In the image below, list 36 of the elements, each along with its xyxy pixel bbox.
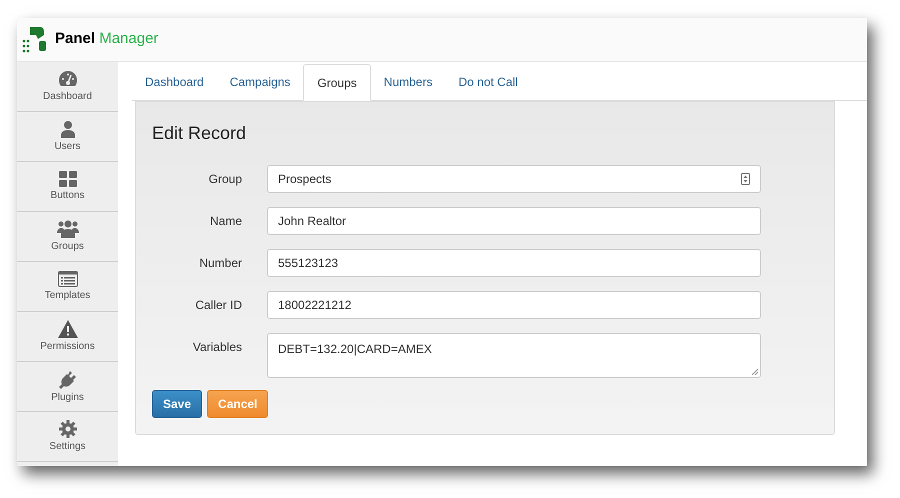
text-field[interactable]: John Realtor xyxy=(267,207,761,235)
field-label: Caller ID xyxy=(194,297,242,314)
sidebar-label: Settings xyxy=(49,441,86,453)
group-icon xyxy=(56,220,78,238)
dropdown-arrows-icon xyxy=(741,173,750,185)
tab[interactable]: Numbers xyxy=(370,64,446,100)
field-label: Name xyxy=(208,213,242,230)
tab[interactable]: Campaigns xyxy=(216,64,304,100)
list-icon xyxy=(58,271,78,287)
gauge-icon xyxy=(58,70,78,88)
user-icon xyxy=(60,120,76,138)
tab[interactable]: Dashboard xyxy=(132,64,217,100)
grid-icon xyxy=(58,171,76,187)
group-dropdown[interactable]: Prospects xyxy=(267,165,761,193)
sidebar-label: Users xyxy=(54,141,81,153)
settings-icon xyxy=(58,420,76,438)
sidebar-label: Groups xyxy=(51,241,84,253)
tab[interactable]: Do not Call xyxy=(445,64,531,100)
sidebar-label: Buttons xyxy=(50,190,84,202)
field-label: Variables xyxy=(192,339,242,356)
sidebar-label: Templates xyxy=(44,290,90,302)
tab[interactable]: Groups xyxy=(303,64,371,101)
app-logo-text: Panel Manager xyxy=(55,29,158,50)
warning-icon xyxy=(58,320,78,338)
save-button[interactable]: Save xyxy=(152,390,202,418)
plug-icon xyxy=(58,369,78,389)
textarea-field[interactable]: DEBT=132.20|CARD=AMEX xyxy=(267,333,761,378)
field-label: Number xyxy=(198,255,242,272)
form-title: Edit Record xyxy=(152,122,248,145)
text-field[interactable]: 18002221212 xyxy=(267,291,761,319)
sidebar-label: Permissions xyxy=(40,341,95,353)
resize-handle-icon xyxy=(752,369,758,375)
text-field[interactable]: 555123123 xyxy=(267,249,761,277)
field-label: Group xyxy=(208,171,242,188)
sidebar-label: Plugins xyxy=(51,392,84,404)
sidebar-label: Dashboard xyxy=(43,91,92,103)
